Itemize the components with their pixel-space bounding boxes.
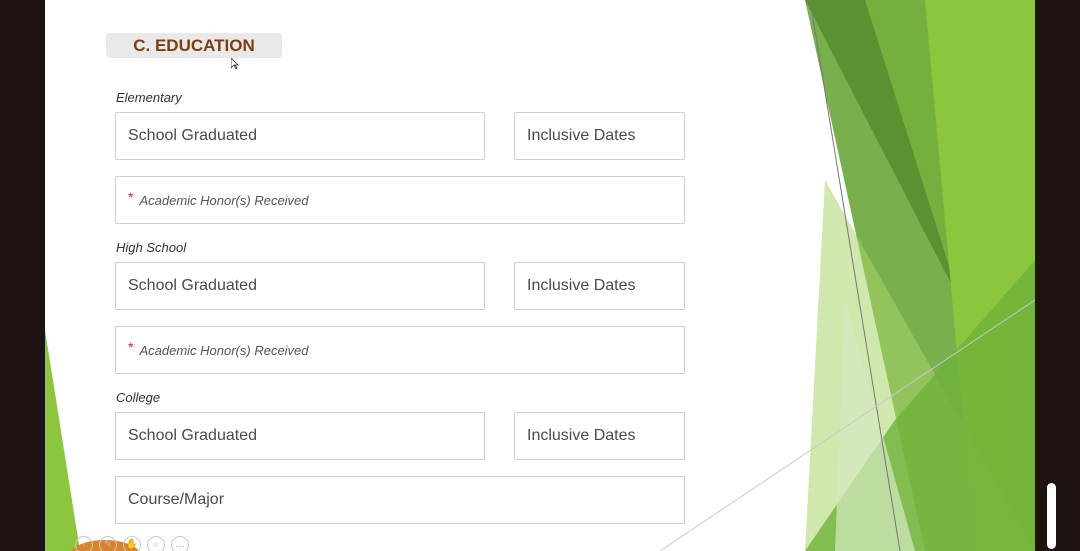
field-placeholder: Academic Honor(s) Received [139,192,309,208]
field-placeholder: School Graduated [128,277,257,294]
elementary-honors-field[interactable]: * Academic Honor(s) Received [115,176,685,224]
slide: C. EDUCATION Elementary School Graduated… [45,0,1035,551]
required-mark: * [128,339,134,355]
field-placeholder: Academic Honor(s) Received [139,342,309,358]
high-school-honors-field[interactable]: * Academic Honor(s) Received [115,326,685,374]
high-school-dates-field[interactable]: Inclusive Dates [514,262,685,310]
elementary-label: Elementary [116,90,182,105]
field-placeholder: Inclusive Dates [527,427,636,444]
high-school-label: High School [116,240,187,255]
field-placeholder: Inclusive Dates [527,127,636,144]
field-placeholder: Course/Major [128,491,225,508]
college-dates-field[interactable]: Inclusive Dates [514,412,685,460]
section-title: C. EDUCATION [106,33,282,58]
field-placeholder: School Graduated [128,427,257,444]
required-mark: * [128,189,134,205]
mouse-cursor-icon [231,58,239,70]
elementary-dates-field[interactable]: Inclusive Dates [514,112,685,160]
high-school-school-field[interactable]: School Graduated [115,262,485,310]
college-label: College [116,390,161,405]
field-placeholder: School Graduated [128,127,257,144]
previous-icon[interactable]: ‹ [75,536,93,551]
college-course-field[interactable]: Course/Major [115,476,685,524]
presentation-toolbar: ‹ ✎ ✋ ⌕ … [75,536,189,551]
field-placeholder: Inclusive Dates [527,277,636,294]
pen-icon[interactable]: ✎ [99,536,117,551]
zoom-icon[interactable]: ⌕ [147,536,165,551]
hand-icon[interactable]: ✋ [123,536,141,551]
more-icon[interactable]: … [171,536,189,551]
elementary-school-field[interactable]: School Graduated [115,112,485,160]
college-school-field[interactable]: School Graduated [115,412,485,460]
scrollbar-thumb[interactable] [1047,483,1056,549]
